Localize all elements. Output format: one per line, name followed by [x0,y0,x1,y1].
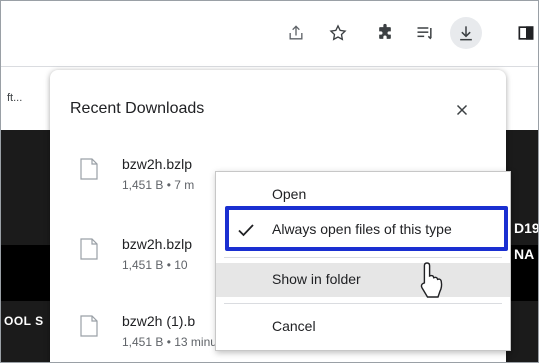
download-meta: 1,451 B • 10 [122,258,188,272]
menu-item-label: Always open files of this type [272,221,452,237]
mouse-cursor-icon [420,262,443,298]
download-filename: bzw2h (1).b [122,313,196,329]
menu-item-show-in-folder[interactable]: Show in folder [216,263,510,297]
share-icon[interactable] [280,17,312,49]
panel-title: Recent Downloads [70,100,205,117]
menu-item-cancel[interactable]: Cancel [216,310,510,344]
menu-item-label: Cancel [272,318,316,334]
close-icon [456,104,468,116]
page-tab-fragment: ft... [7,92,23,104]
file-icon [80,315,98,337]
download-context-menu: Open Always open files of this type Show… [215,171,511,351]
menu-item-open[interactable]: Open [216,178,510,212]
reading-list-icon[interactable] [409,17,441,49]
download-filename: bzw2h.bzlp [122,156,193,172]
download-meta: 1,451 B • 7 m [122,178,195,192]
close-button[interactable] [448,96,476,124]
browser-window: ft... OOL S D19 NA Recent Downloads bzw2… [0,0,539,363]
page-heading-fragment-2: NA [514,246,535,262]
file-icon [80,158,98,180]
file-icon [80,238,98,260]
extensions-icon[interactable] [369,17,401,49]
side-panel-icon[interactable] [510,17,538,49]
checkmark-icon [238,224,254,237]
download-filename: bzw2h.bzlp [122,236,193,252]
menu-separator [224,257,502,258]
download-icon[interactable] [450,17,482,49]
menu-item-label: Open [272,186,307,202]
star-icon[interactable] [322,17,354,49]
menu-item-label: Show in folder [272,271,361,287]
page-nav-text: OOL S [4,314,44,328]
menu-separator [224,303,502,304]
page-heading-fragment-1: D19 [514,220,539,236]
menu-item-always-open[interactable]: Always open files of this type [216,213,510,247]
browser-toolbar [1,1,538,67]
